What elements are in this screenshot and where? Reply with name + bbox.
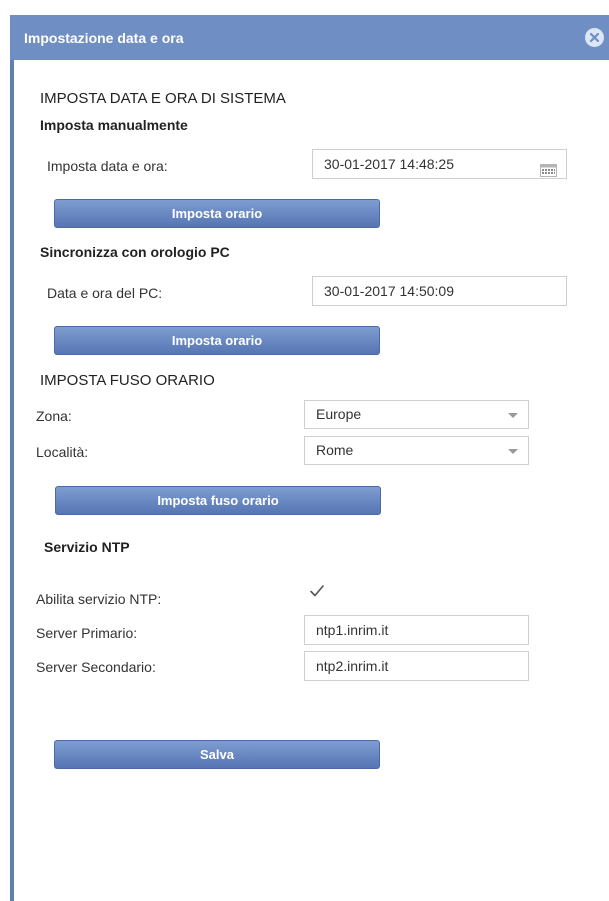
set-timezone-button[interactable]: Imposta fuso orario [55, 486, 381, 515]
checkmark-icon [310, 585, 324, 597]
primary-server-value: ntp1.inrim.it [316, 622, 389, 638]
locality-select[interactable]: Rome [304, 436, 529, 465]
dialog-titlebar: Impostazione data e ora [10, 15, 609, 60]
locality-value: Rome [316, 442, 354, 458]
manual-datetime-value: 30-01-2017 14:48:25 [324, 156, 454, 172]
pc-sync-heading: Sincronizza con orologio PC [40, 244, 230, 260]
datetime-dialog: Impostazione data e ora IMPOSTA DATA E O… [10, 15, 609, 901]
zone-label: Zona: [36, 408, 72, 424]
ntp-enable-label: Abilita servizio NTP: [36, 591, 162, 607]
dialog-title: Impostazione data e ora [24, 30, 184, 46]
secondary-server-label: Server Secondario: [36, 659, 156, 675]
ntp-enable-checkbox[interactable] [309, 583, 325, 599]
pc-datetime-value: 30-01-2017 14:50:09 [324, 283, 454, 299]
set-time-pc-button[interactable]: Imposta orario [54, 326, 380, 355]
chevron-down-icon [508, 413, 518, 418]
zone-select[interactable]: Europe [304, 400, 529, 429]
primary-server-label: Server Primario: [36, 625, 138, 641]
primary-server-input[interactable]: ntp1.inrim.it [304, 615, 529, 645]
pc-datetime-label: Data e ora del PC: [47, 285, 163, 301]
save-button[interactable]: Salva [54, 740, 380, 769]
system-time-heading: IMPOSTA DATA E ORA DI SISTEMA [40, 90, 286, 107]
manual-datetime-input[interactable]: 30-01-2017 14:48:25 [312, 149, 567, 179]
manual-heading: Imposta manualmente [40, 117, 188, 133]
timezone-heading: IMPOSTA FUSO ORARIO [40, 372, 215, 389]
pc-datetime-field[interactable]: 30-01-2017 14:50:09 [312, 276, 567, 306]
secondary-server-value: ntp2.inrim.it [316, 658, 389, 674]
close-icon[interactable] [585, 28, 604, 47]
manual-datetime-label: Imposta data e ora: [47, 158, 168, 174]
zone-value: Europe [316, 406, 362, 422]
calendar-icon[interactable] [540, 158, 557, 177]
secondary-server-input[interactable]: ntp2.inrim.it [304, 651, 529, 681]
set-time-manual-button[interactable]: Imposta orario [54, 199, 380, 228]
chevron-down-icon [508, 449, 518, 454]
locality-label: Località: [36, 444, 89, 460]
ntp-heading: Servizio NTP [44, 539, 130, 555]
